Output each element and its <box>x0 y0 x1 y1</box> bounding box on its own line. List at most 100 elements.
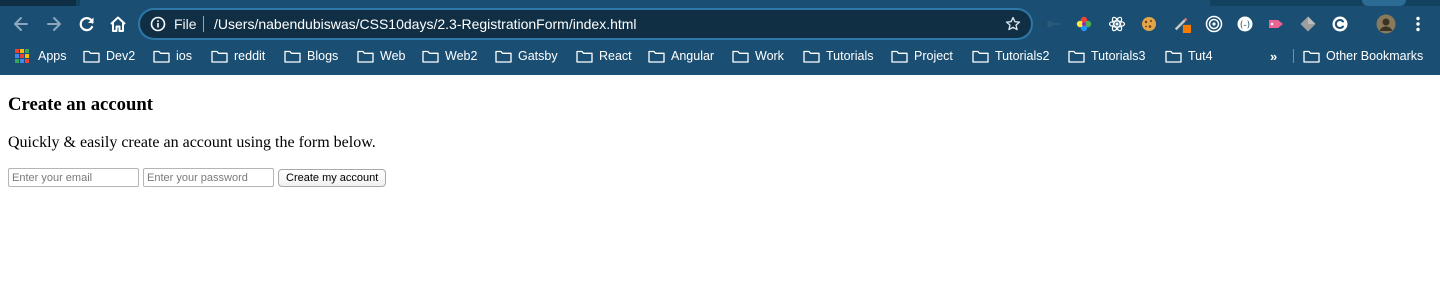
bookmark-label: Web2 <box>445 49 478 63</box>
email-field[interactable] <box>8 168 139 187</box>
folder-icon <box>83 50 100 63</box>
folder-icon <box>422 50 439 63</box>
bookmark-folder[interactable]: Tutorials <box>803 44 873 68</box>
folder-icon <box>284 50 301 63</box>
bookmark-other[interactable]: Other Bookmarks <box>1303 44 1423 68</box>
extension-react-devtools[interactable] <box>1108 15 1126 33</box>
tag-icon <box>1269 20 1283 28</box>
svg-text:(-): (-) <box>1240 21 1250 31</box>
bookmark-folder[interactable]: Project <box>891 44 953 68</box>
password-field[interactable] <box>143 168 274 187</box>
bookmark-folder[interactable]: Gatsby <box>495 44 558 68</box>
create-account-button[interactable]: Create my account <box>278 169 387 187</box>
bookmark-label: Other Bookmarks <box>1326 49 1424 63</box>
extension-refresh-c[interactable] <box>1331 15 1349 33</box>
bookmarks-divider <box>1293 49 1294 63</box>
target-icon <box>1205 15 1223 33</box>
folder-icon <box>1303 50 1320 63</box>
bookmark-label: Dev2 <box>106 49 136 63</box>
bookmark-folder[interactable]: Tutorials3 <box>1068 44 1145 68</box>
page-subtitle: Quickly & easily create an account using… <box>8 134 376 151</box>
bookmark-folder[interactable]: reddit <box>211 44 265 68</box>
profile-avatar[interactable] <box>1376 14 1396 34</box>
extension-cube[interactable] <box>1299 15 1317 33</box>
tab-inactive[interactable] <box>0 0 76 6</box>
folder-icon <box>153 50 170 63</box>
folder-icon <box>576 50 593 63</box>
bookmark-label: Tut4 <box>1188 49 1213 63</box>
more-bookmarks-button[interactable]: » <box>1270 44 1277 68</box>
folder-icon <box>1068 50 1085 63</box>
bookmarks-bar: Apps Dev2 ios reddit Blogs Web Web2 Gats… <box>0 44 1440 68</box>
url-text[interactable]: /Users/nabendubiswas/CSS10days/2.3-Regis… <box>214 15 637 33</box>
pencil-icon <box>1174 17 1191 33</box>
browser-chrome: File /Users/nabendubiswas/CSS10days/2.3-… <box>0 0 1440 75</box>
bookmark-label: Web <box>380 49 406 63</box>
color-wheel-icon <box>1076 16 1092 32</box>
bookmark-folder[interactable]: Blogs <box>284 44 338 68</box>
arrow-right-icon <box>47 17 61 31</box>
extension-tag[interactable] <box>1267 15 1285 33</box>
bookmark-label: Apps <box>38 49 67 63</box>
bookmark-folder[interactable]: React <box>576 44 632 68</box>
reload-icon <box>79 17 94 32</box>
bookmark-label: Tutorials <box>826 49 874 63</box>
bookmark-folder[interactable]: Web2 <box>422 44 477 68</box>
key-icon <box>1047 21 1061 27</box>
page-title: Create an account <box>8 94 153 115</box>
bookmark-folder[interactable]: Tutorials2 <box>972 44 1049 68</box>
star-icon[interactable] <box>1005 16 1021 32</box>
info-icon[interactable] <box>150 16 166 32</box>
bookmark-label: Angular <box>671 49 715 63</box>
bookmark-label: Gatsby <box>518 49 558 63</box>
folder-icon <box>211 50 228 63</box>
url-scheme-label: File <box>174 16 197 32</box>
extension-pencil[interactable] <box>1173 15 1191 33</box>
tab-strip <box>0 0 1440 6</box>
address-bar[interactable]: File /Users/nabendubiswas/CSS10days/2.3-… <box>140 10 1031 38</box>
browser-menu-button[interactable] <box>1409 15 1427 33</box>
cookie-icon <box>1142 17 1156 31</box>
bookmark-folder[interactable]: Work <box>732 44 784 68</box>
extension-cookie[interactable] <box>1140 15 1158 33</box>
new-tab-area[interactable] <box>1362 0 1406 6</box>
extension-circle-h[interactable]: (-) <box>1236 15 1254 33</box>
bookmark-label: React <box>599 49 632 63</box>
folder-icon <box>803 50 820 63</box>
bookmark-folder[interactable]: Angular <box>648 44 714 68</box>
home-button[interactable] <box>106 12 130 36</box>
back-button[interactable] <box>9 12 33 36</box>
forward-button[interactable] <box>42 12 66 36</box>
bookmark-folder[interactable]: Dev2 <box>83 44 135 68</box>
extension-color-wheel[interactable] <box>1075 15 1093 33</box>
bookmark-label: Tutorials2 <box>995 49 1050 63</box>
profile-avatar-icon <box>1376 14 1396 34</box>
folder-icon <box>648 50 665 63</box>
bookmark-folder[interactable]: Web <box>357 44 405 68</box>
folder-icon <box>732 50 749 63</box>
bookmark-apps[interactable]: Apps <box>15 44 67 68</box>
page-content: Create an account Quickly & easily creat… <box>0 75 1440 292</box>
bookmark-folder[interactable]: Tut4 <box>1165 44 1213 68</box>
extension-key[interactable] <box>1045 15 1063 33</box>
tab-active[interactable] <box>80 0 1210 6</box>
bookmark-label: Blogs <box>307 49 339 63</box>
home-icon <box>110 16 126 32</box>
bookmark-label: ios <box>176 49 192 63</box>
bookmark-label: Tutorials3 <box>1091 49 1146 63</box>
bookmark-label: reddit <box>234 49 266 63</box>
reload-button[interactable] <box>75 12 99 36</box>
folder-icon <box>357 50 374 63</box>
bookmark-label: Project <box>914 49 953 63</box>
bookmark-folder[interactable]: ios <box>153 44 192 68</box>
folder-icon <box>891 50 908 63</box>
cube-icon <box>1300 16 1316 32</box>
vertical-dots-icon <box>1416 16 1420 32</box>
arrow-left-icon <box>14 17 28 31</box>
refresh-c-icon <box>1332 16 1348 32</box>
circle-h-icon: (-) <box>1237 16 1253 32</box>
folder-icon <box>972 50 989 63</box>
extension-target[interactable] <box>1205 15 1223 33</box>
bookmark-label: Work <box>755 49 784 63</box>
folder-icon <box>1165 50 1182 63</box>
